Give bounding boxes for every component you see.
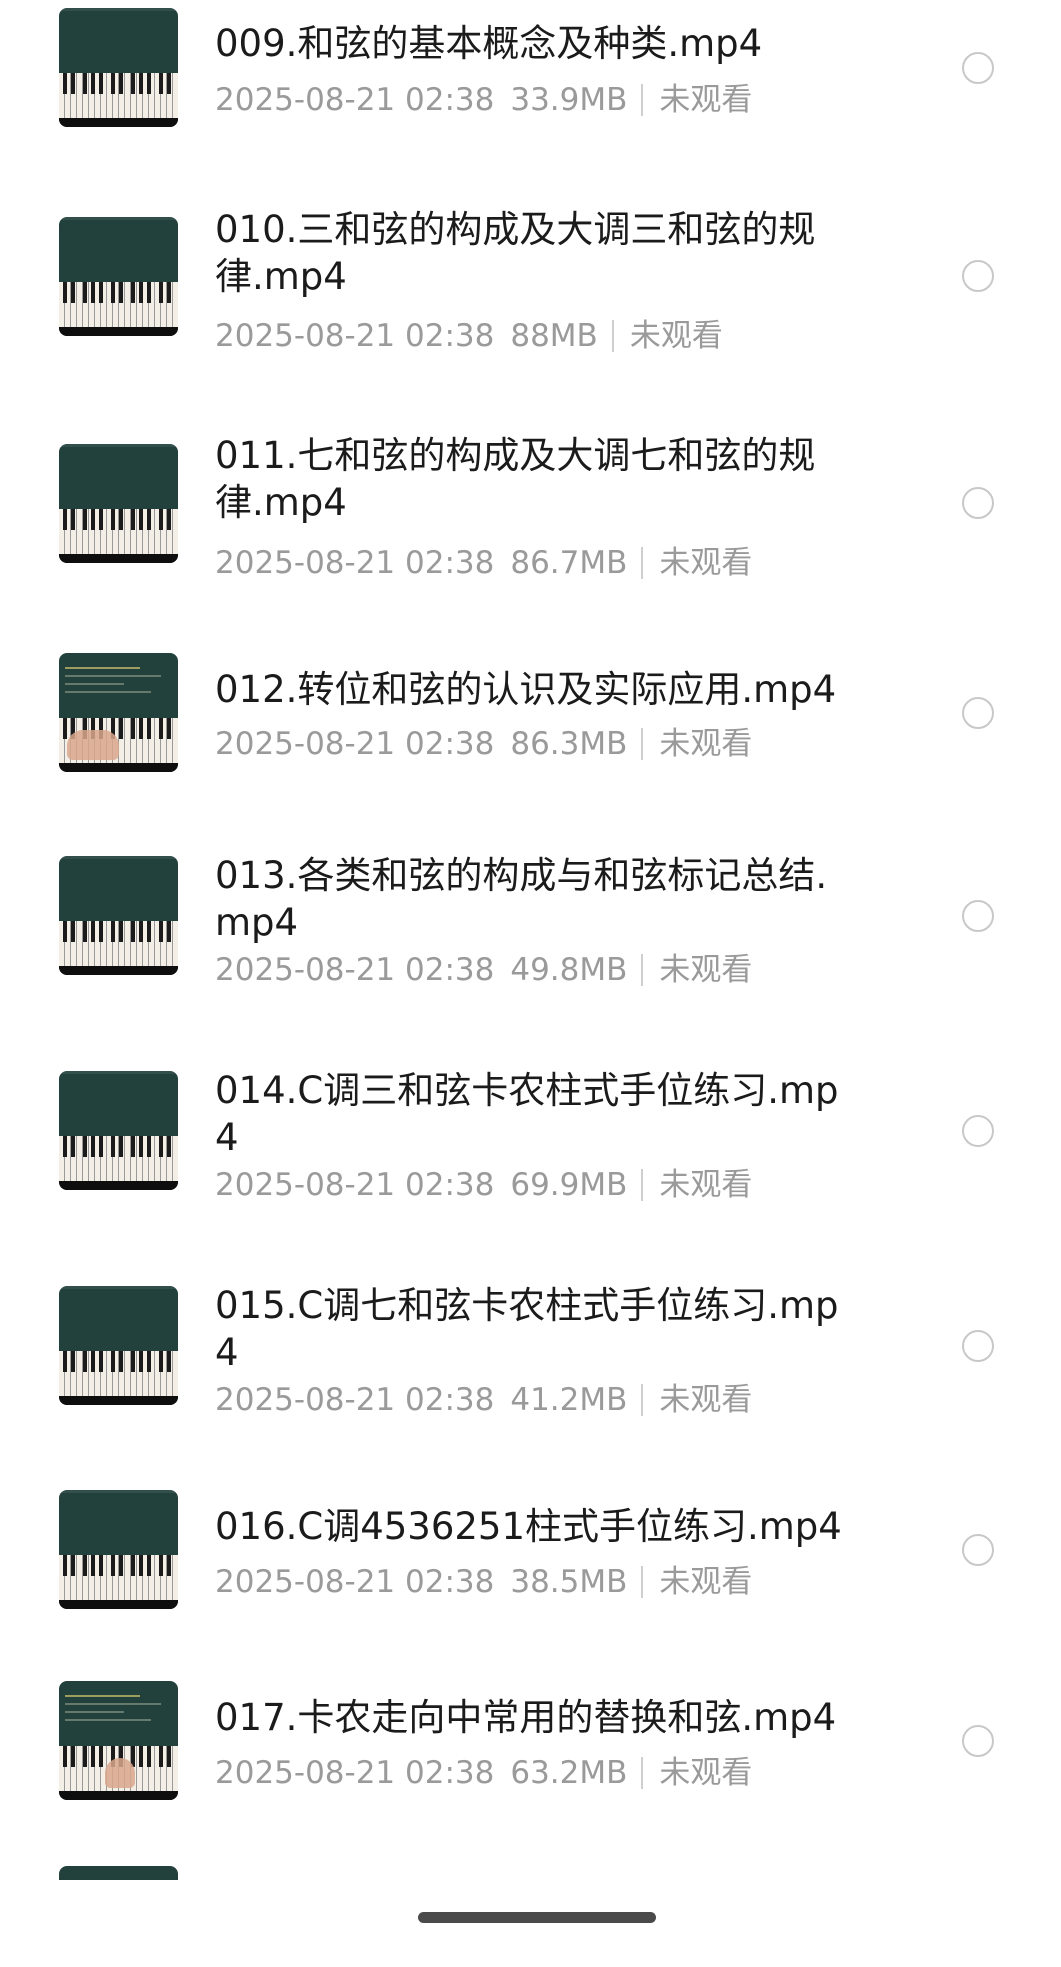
- select-radio[interactable]: [962, 697, 994, 729]
- divider: [641, 954, 644, 986]
- divider: [641, 1566, 644, 1598]
- video-date: 2025-08-21 02:38: [215, 1755, 495, 1791]
- video-date: 2025-08-21 02:38: [215, 952, 495, 988]
- select-radio[interactable]: [962, 260, 994, 292]
- divider: [641, 1169, 644, 1201]
- watch-status: 未观看: [659, 545, 753, 581]
- video-meta: 2025-08-21 02:38 49.8MB 未观看: [215, 950, 855, 990]
- video-title: 011.七和弦的构成及大调七和弦的规律.mp4: [215, 434, 816, 524]
- video-size: 86.7MB: [510, 545, 628, 581]
- next-item-thumbnail-partial: [59, 1866, 178, 1880]
- watch-status: 未观看: [629, 318, 723, 354]
- divider: [641, 728, 644, 760]
- video-date: 2025-08-21 02:38: [215, 1564, 495, 1600]
- video-meta: 2025-08-21 02:38 38.5MB 未观看: [215, 1562, 855, 1602]
- video-title: 017.卡农走向中常用的替换和弦.mp4: [215, 1696, 837, 1739]
- divider: [641, 1757, 644, 1789]
- video-thumbnail: [59, 856, 178, 975]
- select-radio[interactable]: [962, 1115, 994, 1147]
- video-meta: 2025-08-21 02:38 69.9MB 未观看: [215, 1165, 855, 1205]
- divider: [641, 84, 644, 116]
- video-title: 009.和弦的基本概念及种类.mp4: [215, 22, 763, 65]
- select-radio[interactable]: [962, 900, 994, 932]
- video-size: 49.8MB: [510, 952, 628, 988]
- video-size: 41.2MB: [510, 1382, 628, 1418]
- home-indicator[interactable]: [418, 1912, 656, 1923]
- video-title: 014.C调三和弦卡农柱式手位练习.mp4: [215, 1069, 839, 1159]
- select-radio[interactable]: [962, 1725, 994, 1757]
- video-date: 2025-08-21 02:38: [215, 82, 495, 118]
- video-size: 33.9MB: [510, 82, 628, 118]
- video-meta: 2025-08-21 02:38 33.9MB 未观看: [215, 80, 855, 120]
- video-size: 63.2MB: [510, 1755, 628, 1791]
- video-title: 015.C调七和弦卡农柱式手位练习.mp4: [215, 1284, 839, 1374]
- video-meta: 2025-08-21 02:38 88MB 未观看: [215, 316, 855, 356]
- video-meta: 2025-08-21 02:38 86.3MB 未观看: [215, 724, 855, 764]
- video-title: 010.三和弦的构成及大调三和弦的规律.mp4: [215, 208, 816, 298]
- video-size: 86.3MB: [510, 726, 628, 762]
- watch-status: 未观看: [659, 82, 753, 118]
- video-title: 012.转位和弦的认识及实际应用.mp4: [215, 668, 837, 711]
- select-radio[interactable]: [962, 487, 994, 519]
- watch-status: 未观看: [659, 726, 753, 762]
- video-title: 013.各类和弦的构成与和弦标记总结.mp4: [215, 854, 828, 944]
- video-thumbnail: [59, 1681, 178, 1800]
- watch-status: 未观看: [659, 952, 753, 988]
- select-radio[interactable]: [962, 1534, 994, 1566]
- video-thumbnail: [59, 444, 178, 563]
- divider: [611, 320, 614, 352]
- select-radio[interactable]: [962, 52, 994, 84]
- watch-status: 未观看: [659, 1167, 753, 1203]
- video-meta: 2025-08-21 02:38 41.2MB 未观看: [215, 1380, 855, 1420]
- video-thumbnail: [59, 217, 178, 336]
- video-date: 2025-08-21 02:38: [215, 318, 495, 354]
- video-size: 69.9MB: [510, 1167, 628, 1203]
- video-date: 2025-08-21 02:38: [215, 545, 495, 581]
- select-radio[interactable]: [962, 1330, 994, 1362]
- divider: [641, 547, 644, 579]
- watch-status: 未观看: [659, 1564, 753, 1600]
- video-thumbnail: [59, 653, 178, 772]
- video-thumbnail: [59, 1286, 178, 1405]
- video-date: 2025-08-21 02:38: [215, 1167, 495, 1203]
- watch-status: 未观看: [659, 1755, 753, 1791]
- video-title: 016.C调4536251柱式手位练习.mp4: [215, 1505, 842, 1548]
- divider: [641, 1384, 644, 1416]
- video-thumbnail: [59, 8, 178, 127]
- watch-status: 未观看: [659, 1382, 753, 1418]
- video-date: 2025-08-21 02:38: [215, 1382, 495, 1418]
- video-meta: 2025-08-21 02:38 86.7MB 未观看: [215, 543, 855, 583]
- video-size: 88MB: [510, 318, 598, 354]
- video-thumbnail: [59, 1071, 178, 1190]
- video-thumbnail: [59, 1490, 178, 1609]
- video-meta: 2025-08-21 02:38 63.2MB 未观看: [215, 1753, 855, 1793]
- video-size: 38.5MB: [510, 1564, 628, 1600]
- video-date: 2025-08-21 02:38: [215, 726, 495, 762]
